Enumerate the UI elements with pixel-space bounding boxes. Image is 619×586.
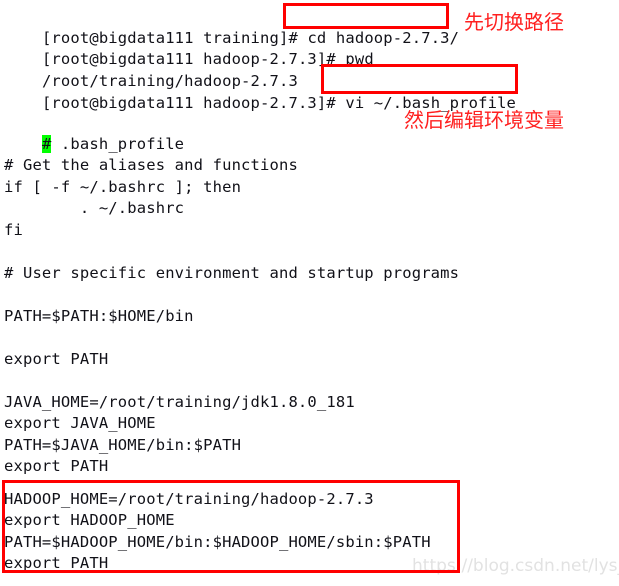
editor-line-text: PATH=$PATH:$HOME/bin [4,307,194,325]
editor-line-text: if [ -f ~/.bashrc ]; then [4,178,242,196]
editor-line-text: JAVA_HOME=/root/training/jdk1.8.0_181 [4,393,355,411]
editor-body-line: PATH=$PATH:$HOME/bin [4,306,194,328]
editor-body-line: # User specific environment and startup … [4,263,459,285]
editor-body-line: if [ -f ~/.bashrc ]; then [4,177,241,199]
editor-line-text: PATH=$JAVA_HOME/bin:$PATH [4,436,242,454]
editor-line-text: export PATH [4,457,109,475]
editor-line-text: PATH=$HADOOP_HOME/bin:$HADOOP_HOME/sbin:… [4,533,431,551]
editor-body-line: PATH=$JAVA_HOME/bin:$PATH [4,435,241,457]
vi-cursor-block: # [41,134,52,153]
editor-body-line: export JAVA_HOME [4,413,156,435]
editor-line-text: # User specific environment and startup … [4,264,460,282]
annotation-switch-path: 先切换路径 [464,10,564,34]
editor-body-line: . ~/.bashrc [4,198,184,220]
editor-line-text: export PATH [4,350,109,368]
editor-body-line: export PATH [4,349,108,371]
editor-body-line: fi [4,220,23,242]
terminal-screenshot: [root@bigdata111 training]# cd hadoop-2.… [0,0,619,586]
editor-line-text: export PATH [4,554,109,572]
editor-body-line: # Get the aliases and functions [4,155,298,177]
editor-body-line: HADOOP_HOME=/root/training/hadoop-2.7.3 [4,489,374,511]
editor-line-text: fi [4,221,23,239]
editor-body-line: export HADOOP_HOME [4,510,175,532]
editor-body-line: PATH=$HADOOP_HOME/bin:$HADOOP_HOME/sbin:… [4,532,431,554]
shell-prompt: [root@bigdata111 hadoop-2.7.3]# [41,93,346,112]
editor-body-line: export PATH [4,553,108,575]
editor-line-text: . ~/.bashrc [4,199,185,217]
editor-body-line: export PATH [4,456,108,478]
editor-line-text: # Get the aliases and functions [4,156,298,174]
csdn-watermark: https://blog.csdn.net/lys_828 [412,556,619,576]
editor-body-line: JAVA_HOME=/root/training/jdk1.8.0_181 [4,392,355,414]
shell-command-pwd: pwd [345,49,374,68]
annotation-edit-env: 然后编辑环境变量 [404,108,564,132]
editor-title-text: .bash_profile [51,134,185,153]
editor-line-text: export JAVA_HOME [4,414,156,432]
editor-line-text: HADOOP_HOME=/root/training/hadoop-2.7.3 [4,490,374,508]
editor-line-text: export HADOOP_HOME [4,511,175,529]
